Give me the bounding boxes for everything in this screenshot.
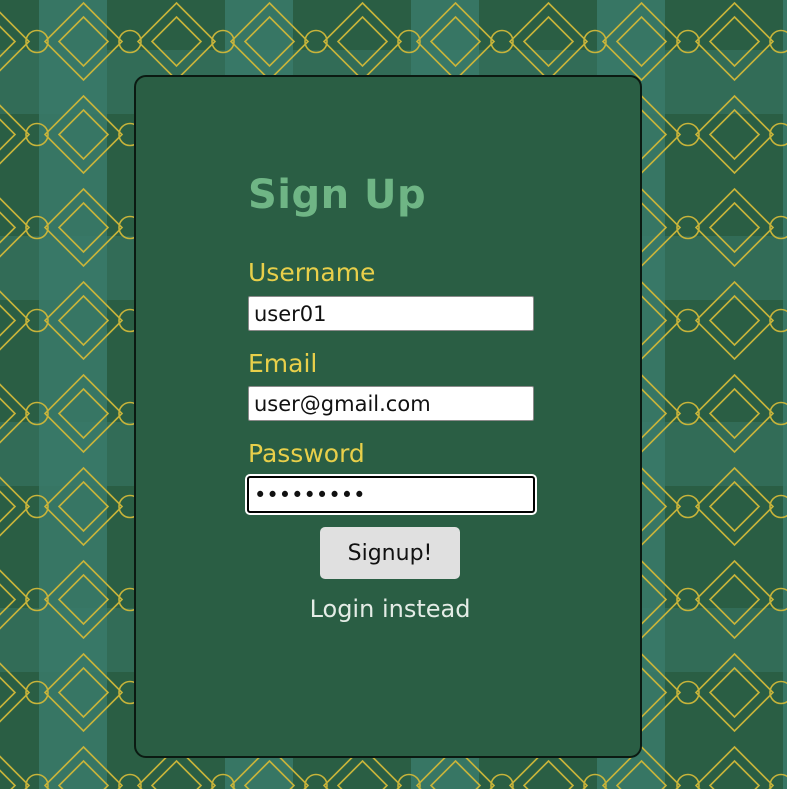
signup-card: Sign Up Username Email Password Signup! …	[134, 75, 642, 758]
signup-button[interactable]: Signup!	[320, 527, 460, 579]
password-input[interactable]	[247, 476, 535, 513]
email-input[interactable]	[248, 386, 534, 421]
username-label: Username	[248, 258, 376, 287]
username-input[interactable]	[248, 296, 534, 331]
password-label: Password	[248, 439, 365, 468]
email-label: Email	[248, 349, 318, 378]
page-title: Sign Up	[248, 172, 427, 218]
login-instead-link[interactable]: Login instead	[136, 595, 644, 624]
